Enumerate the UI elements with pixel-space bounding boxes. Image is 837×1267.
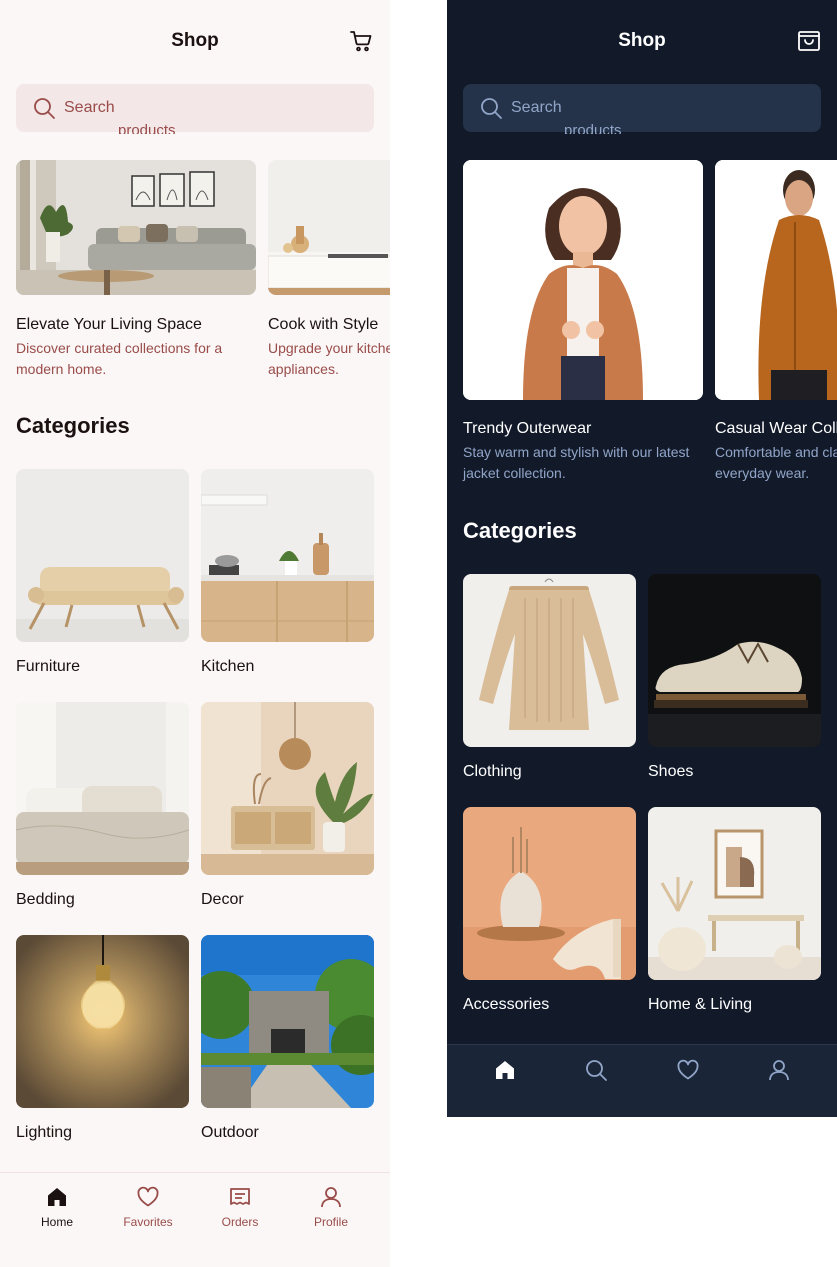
featured-card[interactable]: Elevate Your Living Space Discover curat… xyxy=(16,160,256,377)
casual-wear-image xyxy=(715,160,837,400)
category-tile-bedding[interactable]: Bedding xyxy=(16,702,189,908)
shoes-image xyxy=(648,574,821,747)
accessories-image xyxy=(463,807,636,980)
home-icon xyxy=(48,1188,66,1206)
category-tile-accessories[interactable]: Accessories xyxy=(463,807,636,1013)
page-title: Shop xyxy=(171,30,219,51)
category-label: Kitchen xyxy=(201,658,255,675)
lighting-image xyxy=(16,935,189,1108)
featured-description: Stay warm and stylish with our latest ja… xyxy=(463,444,690,481)
category-label: Lighting xyxy=(16,1124,73,1141)
orders-icon xyxy=(230,1188,250,1205)
search-input[interactable] xyxy=(64,94,354,122)
nav-item-home[interactable]: Home xyxy=(12,1185,102,1229)
search-input[interactable] xyxy=(511,94,801,122)
featured-title: Casual Wear Collection xyxy=(715,420,837,437)
kitchen-image xyxy=(268,160,390,295)
bedding-image xyxy=(16,702,189,875)
category-tile-clothing[interactable]: Clothing xyxy=(463,574,636,780)
categories-heading: Categories xyxy=(16,413,130,438)
category-label: Bedding xyxy=(16,891,75,908)
page-title: Shop xyxy=(618,30,666,51)
search-ghost-text: products xyxy=(564,122,622,134)
search-icon xyxy=(34,98,55,119)
featured-title: Elevate Your Living Space xyxy=(16,316,202,333)
category-tile-kitchen[interactable]: Kitchen xyxy=(201,469,374,675)
featured-card[interactable]: Trendy Outerwear Stay warm and stylish w… xyxy=(463,160,703,481)
heart-icon xyxy=(137,1186,159,1207)
category-label: Accessories xyxy=(463,996,550,1013)
home-icon[interactable] xyxy=(493,1058,517,1082)
featured-title: Trendy Outerwear xyxy=(463,420,592,437)
outerwear-image xyxy=(463,160,703,400)
featured-card[interactable]: Cook with Style Upgrade your kitchen wit… xyxy=(268,160,390,377)
light-shop-screen: Shop products xyxy=(0,0,390,1267)
featured-description: Comfortable and classic styles for every… xyxy=(715,444,837,481)
bottom-navigation: Home Favorites Orders Profile xyxy=(0,1172,390,1267)
header: Shop xyxy=(0,0,390,80)
category-label: Furniture xyxy=(16,658,81,675)
home-living-image xyxy=(648,807,821,980)
category-tile-outdoor[interactable]: Outdoor xyxy=(201,935,374,1141)
user-icon xyxy=(321,1187,341,1208)
shopping-bag-icon[interactable] xyxy=(797,30,821,52)
nav-label: Orders xyxy=(221,1215,259,1229)
nav-item-favorites[interactable]: Favorites xyxy=(103,1185,193,1229)
nav-item-orders[interactable]: Orders xyxy=(195,1185,285,1229)
category-label: Decor xyxy=(201,891,244,908)
furniture-image xyxy=(16,469,189,642)
category-tile-furniture[interactable]: Furniture xyxy=(16,469,189,675)
featured-description: Upgrade your kitchen with modern applian… xyxy=(268,340,390,377)
nav-label: Profile xyxy=(313,1215,348,1229)
category-label: Home & Living xyxy=(648,996,753,1013)
clothing-image xyxy=(463,574,636,747)
living-room-image xyxy=(16,160,256,295)
featured-card[interactable]: Casual Wear Collection Comfortable and c… xyxy=(715,160,837,481)
kitchen-category-image xyxy=(201,469,374,642)
featured-title: Cook with Style xyxy=(268,316,379,333)
bottom-navigation xyxy=(447,1044,837,1117)
nav-label: Favorites xyxy=(123,1215,173,1229)
search-icon[interactable] xyxy=(584,1058,608,1082)
search-bar[interactable] xyxy=(463,84,821,132)
nav-label: Home xyxy=(40,1215,73,1229)
cart-icon[interactable] xyxy=(349,29,373,53)
category-tile-decor[interactable]: Decor xyxy=(201,702,374,908)
decor-image xyxy=(201,702,374,875)
search-bar[interactable] xyxy=(16,84,374,132)
category-label: Outdoor xyxy=(201,1124,259,1141)
search-ghost-text: products xyxy=(118,122,176,134)
category-tile-lighting[interactable]: Lighting xyxy=(16,935,189,1141)
heart-icon[interactable] xyxy=(676,1058,700,1082)
category-label: Shoes xyxy=(648,763,694,780)
category-tile-shoes[interactable]: Shoes xyxy=(648,574,821,780)
dark-shop-screen: Shop products Trendy Outerwear Stay wa xyxy=(447,0,837,1117)
nav-item-profile[interactable]: Profile xyxy=(286,1185,376,1229)
categories-heading: Categories xyxy=(463,518,577,543)
category-tile-home-living[interactable]: Home & Living xyxy=(648,807,821,1013)
featured-description: Discover curated collections for a moder… xyxy=(16,340,223,377)
outdoor-image xyxy=(201,935,374,1108)
user-icon[interactable] xyxy=(767,1058,791,1082)
category-label: Clothing xyxy=(463,763,522,780)
search-icon xyxy=(481,98,502,119)
